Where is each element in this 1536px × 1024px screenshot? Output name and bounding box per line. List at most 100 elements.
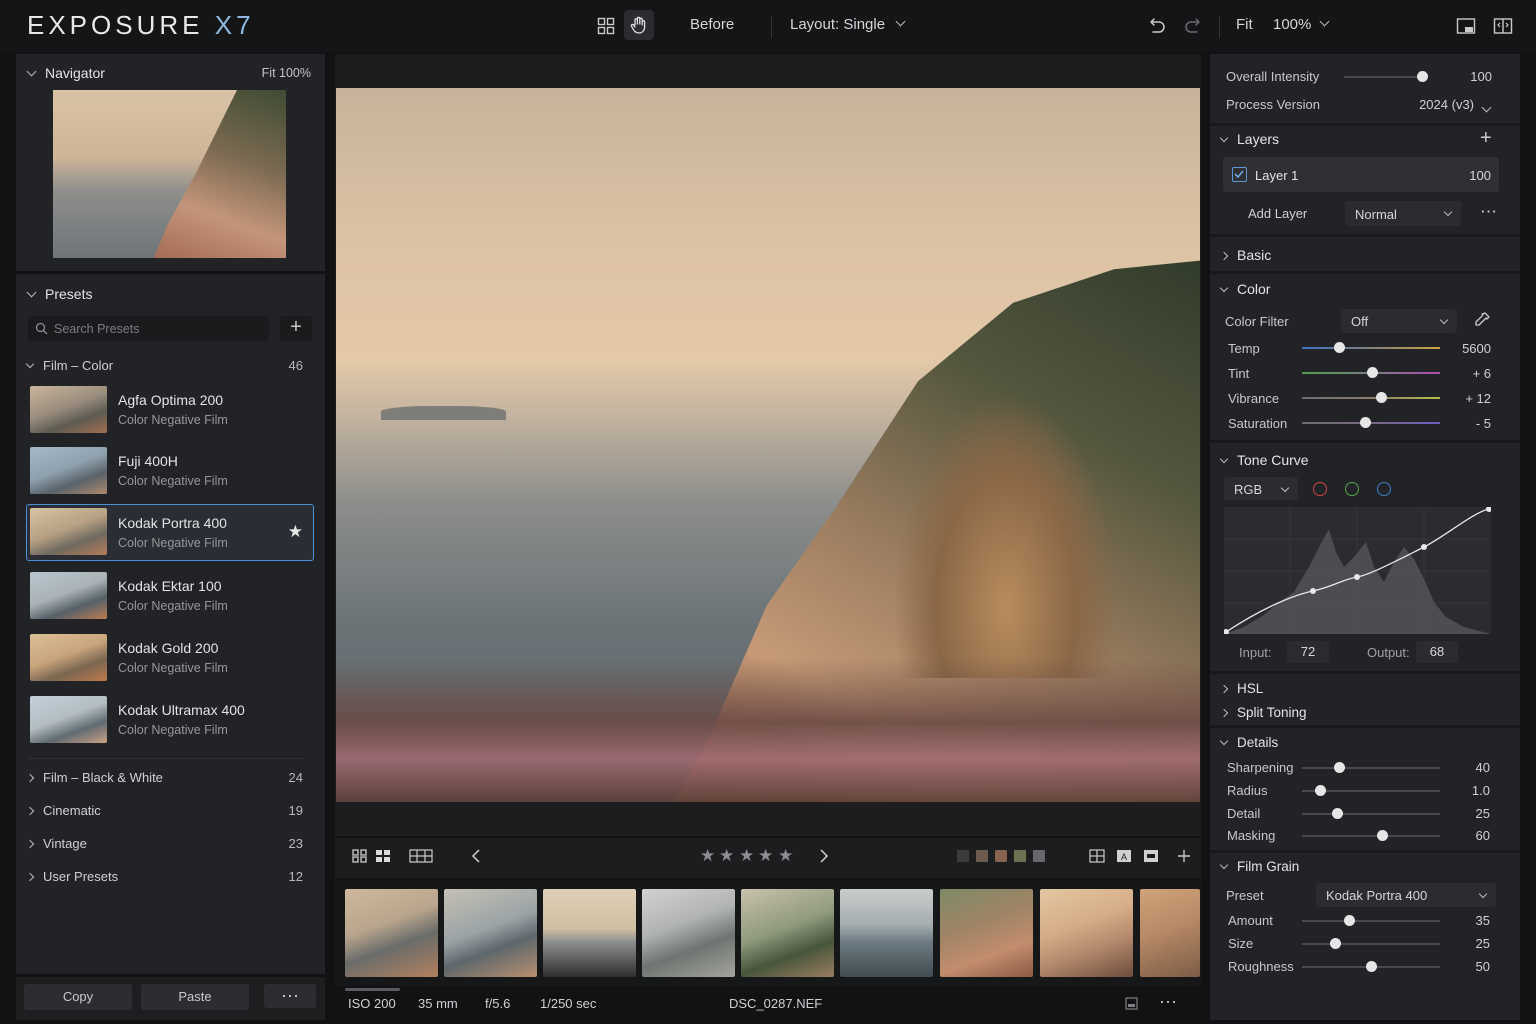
masking-slider[interactable]: [1302, 830, 1440, 841]
group-user-presets[interactable]: User Presets 12: [25, 869, 303, 884]
filmstrip-thumbnail[interactable]: [741, 889, 834, 977]
color-label-swatch[interactable]: [957, 850, 969, 862]
favorite-star-icon[interactable]: ★: [288, 522, 303, 542]
color-filter-dropdown[interactable]: Off: [1341, 309, 1457, 333]
presets-header[interactable]: Presets: [26, 286, 92, 302]
copy-button[interactable]: Copy: [24, 984, 132, 1010]
slider-knob[interactable]: [1417, 71, 1428, 82]
vibrance-slider[interactable]: [1302, 392, 1440, 403]
tone-curve-header[interactable]: Tone Curve: [1219, 452, 1309, 468]
add-icon[interactable]: [1177, 849, 1191, 863]
group-film-color[interactable]: Film – Color 46: [25, 358, 303, 373]
grain-preset-dropdown[interactable]: Kodak Portra 400: [1316, 883, 1496, 907]
tone-curve-graph[interactable]: [1224, 507, 1491, 634]
grid-large-icon[interactable]: [375, 849, 391, 863]
navigator-header[interactable]: Navigator: [26, 65, 105, 81]
layer-more-icon[interactable]: ⋯: [1480, 202, 1497, 222]
layers-header[interactable]: Layers: [1219, 131, 1279, 147]
rating-star-1-icon[interactable]: ★: [700, 846, 715, 866]
slider-knob[interactable]: [1314, 785, 1326, 796]
filmstrip-thumbnail[interactable]: [642, 889, 735, 977]
flag-a-icon[interactable]: A: [1116, 849, 1132, 863]
filmstrip-thumbnail[interactable]: [1140, 889, 1200, 977]
blue-channel-icon[interactable]: [1377, 482, 1391, 496]
info-panel-icon[interactable]: [1125, 997, 1138, 1010]
filmstrip-thumbnail[interactable]: [543, 889, 636, 977]
compare-grid-icon[interactable]: [1089, 849, 1105, 863]
preset-item[interactable]: Kodak Ektar 100 Color Negative Film: [26, 566, 314, 624]
layer-visibility-checkbox[interactable]: [1232, 167, 1247, 182]
filmstrip-thumbnail[interactable]: [444, 889, 537, 977]
curve-input-field[interactable]: 72: [1287, 641, 1329, 663]
color-label-swatch[interactable]: [1014, 850, 1026, 862]
filmstrip-view-icon[interactable]: [409, 849, 433, 863]
zoom-dropdown[interactable]: 100%: [1273, 16, 1330, 33]
fit-button[interactable]: Fit: [1236, 16, 1253, 33]
filmstrip-thumbnail[interactable]: [345, 889, 438, 977]
add-layer-icon[interactable]: +: [1480, 127, 1492, 150]
layer-row[interactable]: Layer 1 100: [1223, 157, 1499, 192]
color-label-swatch[interactable]: [995, 850, 1007, 862]
add-layer-button[interactable]: Add Layer: [1248, 206, 1307, 221]
group-film-bw[interactable]: Film – Black & White 24: [25, 770, 303, 785]
main-photo[interactable]: [336, 88, 1200, 802]
navigator-thumbnail[interactable]: [53, 90, 286, 258]
curve-output-field[interactable]: 68: [1416, 641, 1458, 663]
rating-star-3-icon[interactable]: ★: [739, 846, 754, 866]
filmstrip-scrollbar[interactable]: [345, 988, 400, 991]
slider-knob[interactable]: [1331, 808, 1343, 819]
radius-slider[interactable]: [1302, 785, 1440, 796]
overall-intensity-slider[interactable]: [1344, 71, 1428, 82]
slider-knob[interactable]: [1377, 830, 1389, 841]
sharpening-slider[interactable]: [1302, 762, 1440, 773]
preset-item-selected[interactable]: Kodak Portra 400 Color Negative Film ★: [26, 504, 314, 561]
group-vintage[interactable]: Vintage 23: [25, 836, 303, 851]
grid-view-icon[interactable]: [591, 11, 621, 41]
hand-tool-icon[interactable]: [624, 10, 654, 40]
preset-item[interactable]: Fuji 400H Color Negative Film: [26, 441, 314, 499]
undo-icon[interactable]: [1141, 11, 1171, 41]
search-presets-input[interactable]: Search Presets: [28, 316, 269, 341]
tint-slider[interactable]: [1302, 367, 1440, 378]
redo-icon[interactable]: [1179, 11, 1209, 41]
add-preset-button[interactable]: +: [280, 316, 312, 341]
layout-dropdown[interactable]: Layout: Single: [790, 16, 906, 33]
next-image-icon[interactable]: [818, 849, 830, 863]
color-header[interactable]: Color: [1219, 281, 1270, 297]
hsl-header[interactable]: HSL: [1219, 681, 1263, 696]
curve-channel-dropdown[interactable]: RGB: [1224, 477, 1298, 500]
paste-button[interactable]: Paste: [141, 984, 249, 1010]
slider-knob[interactable]: [1366, 961, 1377, 972]
detail-slider[interactable]: [1302, 808, 1440, 819]
eyedropper-icon[interactable]: [1473, 311, 1491, 329]
group-cinematic[interactable]: Cinematic 19: [25, 803, 303, 818]
grain-amount-slider[interactable]: [1302, 915, 1440, 926]
process-version-value[interactable]: 2024 (v3): [1390, 97, 1474, 112]
filmstrip-thumbnail[interactable]: [940, 889, 1033, 977]
slider-knob[interactable]: [1375, 392, 1387, 403]
preset-item[interactable]: Kodak Ultramax 400 Color Negative Film: [26, 690, 314, 748]
preset-item[interactable]: Kodak Gold 200 Color Negative Film: [26, 628, 314, 686]
panel-toggle-icon[interactable]: [1451, 11, 1481, 41]
status-more-icon[interactable]: ⋯: [1159, 992, 1177, 1013]
saturation-slider[interactable]: [1302, 417, 1440, 428]
filmstrip-thumbnail[interactable]: [1040, 889, 1133, 977]
basic-header[interactable]: Basic: [1219, 247, 1271, 263]
filmstrip-thumbnail[interactable]: [840, 889, 933, 977]
before-button[interactable]: Before: [690, 16, 734, 33]
preset-item[interactable]: Agfa Optima 200 Color Negative Film: [26, 380, 314, 438]
color-label-swatch[interactable]: [976, 850, 988, 862]
grain-size-slider[interactable]: [1302, 938, 1440, 949]
split-toning-header[interactable]: Split Toning: [1219, 705, 1307, 720]
blend-mode-dropdown[interactable]: Normal: [1345, 201, 1461, 226]
green-channel-icon[interactable]: [1345, 482, 1359, 496]
rating-star-4-icon[interactable]: ★: [758, 846, 773, 866]
details-header[interactable]: Details: [1219, 735, 1278, 750]
compare-view-icon[interactable]: [1488, 11, 1518, 41]
grain-roughness-slider[interactable]: [1302, 961, 1440, 972]
flag-b-icon[interactable]: [1143, 849, 1159, 863]
slider-knob[interactable]: [1343, 915, 1355, 926]
film-grain-header[interactable]: Film Grain: [1219, 859, 1299, 874]
color-label-swatch[interactable]: [1033, 850, 1045, 862]
more-options-button[interactable]: ⋯: [264, 984, 316, 1008]
